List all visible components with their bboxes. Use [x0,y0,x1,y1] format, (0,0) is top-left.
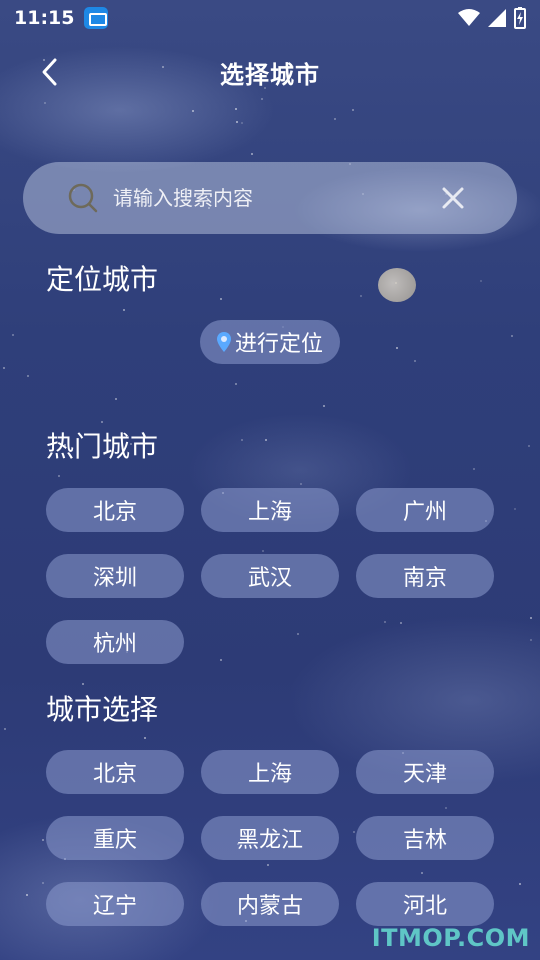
status-icons [458,7,526,29]
clear-search-icon[interactable] [439,184,467,212]
city-select-section-title: 城市选择 [46,693,159,726]
star-dot [530,639,532,641]
star-dot [58,475,60,477]
status-time: 11:15 [14,7,75,29]
star-dot [12,334,14,336]
star-dot [3,367,5,369]
star-dot [480,280,482,282]
province-chip[interactable]: 北京 [46,750,184,794]
province-chip[interactable]: 吉林 [356,816,494,860]
star-dot [101,421,103,423]
moon-decoration [378,268,416,302]
hot-city-chip[interactable]: 武汉 [201,554,339,598]
province-chip[interactable]: 河北 [356,882,494,926]
search-input[interactable] [113,186,439,210]
app-notification-icon [84,7,109,29]
star-dot [396,347,398,349]
star-dot [473,468,475,470]
star-dot [44,102,46,104]
province-chip[interactable]: 辽宁 [46,882,184,926]
star-dot [241,439,243,441]
star-dot [115,398,117,400]
star-dot [192,110,194,112]
star-dot [300,483,302,485]
location-pin-icon [216,332,231,352]
star-dot [220,298,222,300]
star-dot [360,295,362,297]
star-dot [42,882,44,884]
province-chip[interactable]: 内蒙古 [201,882,339,926]
watermark: ITMOP.COM [371,924,530,952]
star-dot [352,109,354,111]
search-icon [68,183,98,213]
search-bar[interactable] [23,162,517,234]
province-chip[interactable]: 上海 [201,750,339,794]
battery-charging-icon [514,7,526,29]
signal-icon [488,9,506,27]
city-select-grid: 北京 上海 天津 重庆 黑龙江 吉林 辽宁 内蒙古 河北 [46,750,494,926]
star-dot [334,118,336,120]
star-dot [511,335,513,337]
star-dot [235,383,237,385]
star-dot [323,405,325,407]
province-chip[interactable]: 重庆 [46,816,184,860]
star-dot [251,153,253,155]
star-dot [265,439,267,441]
hot-city-chip[interactable]: 广州 [356,488,494,532]
star-dot [123,309,125,311]
province-chip[interactable]: 天津 [356,750,494,794]
star-dot [27,375,29,377]
star-dot [519,883,521,885]
hot-city-chip[interactable]: 北京 [46,488,184,532]
hot-city-chip[interactable]: 南京 [356,554,494,598]
star-dot [82,683,84,685]
page-title: 选择城市 [220,60,320,89]
location-section-title: 定位城市 [46,263,159,296]
province-chip[interactable]: 黑龙江 [201,816,339,860]
star-dot [42,839,44,841]
star-dot [4,728,6,730]
locate-button-label: 进行定位 [234,332,323,357]
hot-city-chip[interactable]: 上海 [201,488,339,532]
locate-button[interactable]: 进行定位 [200,320,340,364]
star-dot [528,445,530,447]
hot-city-chip[interactable]: 深圳 [46,554,184,598]
hot-cities-section-title: 热门城市 [46,430,159,463]
star-dot [241,122,243,124]
star-dot [236,121,238,123]
header: 选择城市 [0,44,540,100]
star-dot [26,894,28,896]
back-arrow-icon[interactable] [34,56,66,88]
star-dot [235,108,237,110]
wifi-icon [458,9,480,26]
hot-city-chip[interactable]: 杭州 [46,620,184,664]
star-dot [530,617,532,619]
star-dot [514,508,516,510]
hot-cities-grid: 北京 上海 广州 深圳 武汉 南京 杭州 [46,488,494,664]
star-dot [414,360,416,362]
status-bar: 11:15 [0,0,540,36]
star-dot [144,737,146,739]
